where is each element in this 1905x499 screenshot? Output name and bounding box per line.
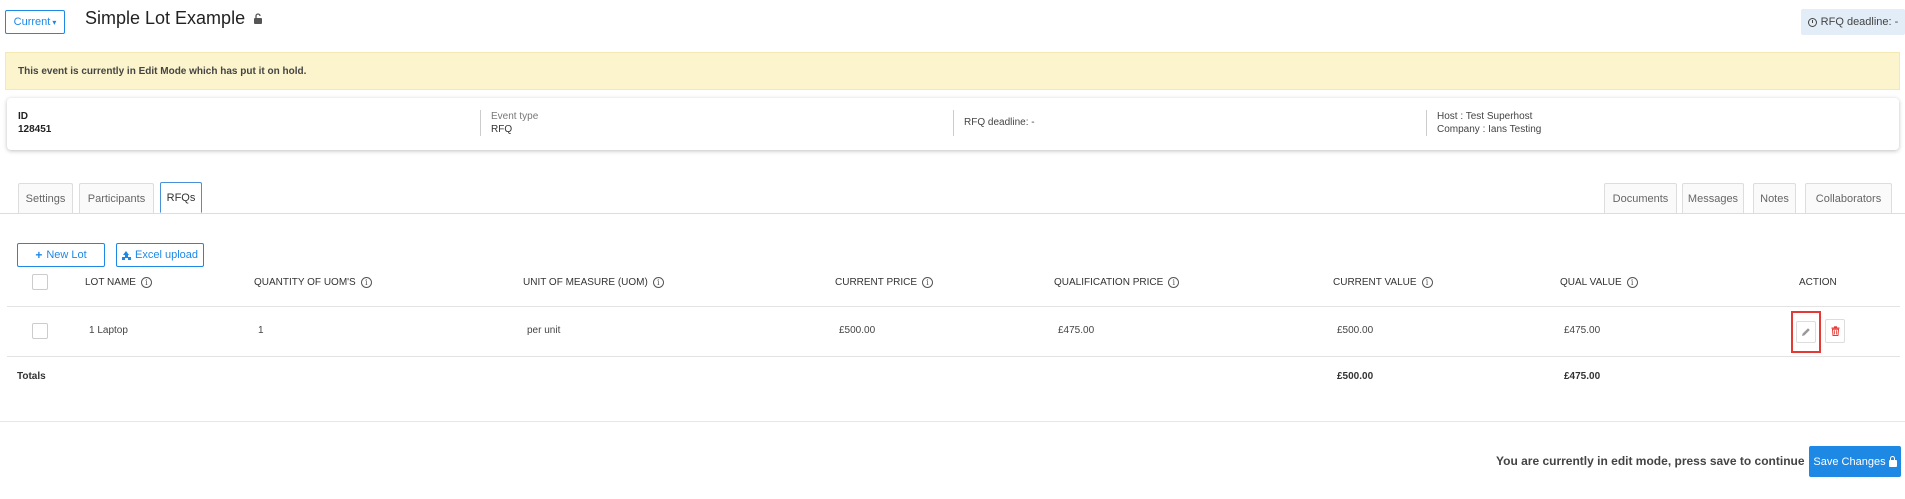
col-lot-name-label: LOT NAME: [85, 277, 136, 288]
event-type-cell: Event type RFQ: [480, 98, 953, 150]
excel-upload-button[interactable]: Excel upload: [116, 243, 204, 267]
col-qual-value-label: QUAL VALUE: [1560, 277, 1622, 288]
rfq-deadline-badge: RFQ deadline: -: [1801, 9, 1905, 35]
event-id-value: 128451: [18, 124, 52, 135]
page-title-text: Simple Lot Example: [85, 8, 246, 28]
footer-divider: [0, 421, 1905, 422]
lock-icon: [1888, 455, 1897, 467]
new-lot-label: New Lot: [46, 249, 87, 261]
cell-qual-value: £475.00: [1564, 325, 1601, 336]
plus-icon: +: [35, 248, 43, 262]
info-icon[interactable]: i: [652, 277, 664, 288]
pencil-icon: [1802, 328, 1810, 336]
col-uom: UNIT OF MEASURE (UOM) i: [523, 277, 664, 288]
edit-button-inner: [1796, 321, 1816, 343]
totals-label: Totals: [17, 371, 46, 382]
col-current-price-label: CURRENT PRICE: [835, 277, 918, 288]
totals-current-value: £500.00: [1337, 371, 1374, 382]
info-icon[interactable]: i: [1421, 277, 1433, 288]
tab-messages[interactable]: Messages: [1682, 183, 1744, 213]
select-all-checkbox[interactable]: [32, 274, 48, 290]
edit-mode-message: You are currently in edit mode, press sa…: [1496, 454, 1805, 468]
tab-participants[interactable]: Participants: [79, 183, 154, 213]
info-icon[interactable]: i: [1168, 277, 1180, 288]
caret-down-icon: ▾: [52, 17, 57, 27]
company-text: Company : Ians Testing: [1437, 124, 1542, 135]
info-icon[interactable]: i: [922, 277, 934, 288]
unlocked-icon: [254, 13, 263, 24]
delete-lot-button[interactable]: [1825, 319, 1845, 343]
save-changes-button[interactable]: Save Changes: [1809, 446, 1901, 477]
edit-mode-alert-text: This event is currently in Edit Mode whi…: [18, 65, 307, 77]
col-quantity: QUANTITY OF UOM'S i: [254, 277, 372, 288]
trash-icon: [1831, 326, 1839, 336]
tab-rfqs[interactable]: RFQs: [160, 182, 202, 213]
version-label: Current: [13, 16, 51, 28]
col-qualification-price-label: QUALIFICATION PRICE: [1054, 277, 1164, 288]
cell-quantity: 1: [258, 325, 264, 336]
rfq-deadline-text: RFQ deadline: -: [964, 117, 1035, 128]
info-icon[interactable]: i: [140, 277, 152, 288]
tab-notes[interactable]: Notes: [1753, 183, 1796, 213]
event-type-value: RFQ: [491, 124, 513, 135]
clock-icon: [1807, 17, 1817, 27]
rfq-deadline-badge-text: RFQ deadline: -: [1820, 16, 1899, 28]
tabs-divider: [0, 213, 1905, 214]
tab-collaborators[interactable]: Collaborators: [1805, 183, 1892, 213]
page-title: Simple Lot Example: [85, 8, 263, 29]
row-divider: [7, 356, 1900, 357]
new-lot-button[interactable]: + New Lot: [17, 243, 105, 267]
col-action-label: ACTION: [1799, 277, 1837, 288]
cell-lot-name: 1 Laptop: [89, 325, 128, 336]
col-current-value: CURRENT VALUE i: [1333, 277, 1433, 288]
rfq-deadline-cell: RFQ deadline: -: [953, 98, 1426, 150]
col-uom-label: UNIT OF MEASURE (UOM): [523, 277, 648, 288]
version-dropdown[interactable]: Current ▾: [5, 10, 65, 34]
cell-current-price: £500.00: [839, 325, 876, 336]
col-current-price: CURRENT PRICE i: [835, 277, 934, 288]
upload-icon: [122, 250, 131, 260]
info-icon[interactable]: i: [1626, 277, 1638, 288]
tab-documents[interactable]: Documents: [1604, 183, 1677, 213]
host-text: Host : Test Superhost: [1437, 111, 1533, 122]
info-icon[interactable]: i: [360, 277, 372, 288]
cell-qualification-price: £475.00: [1058, 325, 1095, 336]
excel-upload-label: Excel upload: [135, 249, 198, 261]
col-lot-name: LOT NAME i: [85, 277, 152, 288]
col-action: ACTION: [1799, 277, 1837, 288]
edit-lot-button[interactable]: [1791, 311, 1821, 353]
totals-qual-value: £475.00: [1564, 371, 1601, 382]
host-cell: Host : Test Superhost Company : Ians Tes…: [1426, 98, 1899, 150]
tab-settings[interactable]: Settings: [18, 183, 73, 213]
event-type-label: Event type: [491, 111, 539, 122]
event-id-label: ID: [18, 111, 28, 122]
event-info-card: ID 128451 Event type RFQ RFQ deadline: -…: [7, 98, 1899, 150]
cell-uom: per unit: [527, 325, 561, 336]
event-id-cell: ID 128451: [7, 98, 480, 150]
col-qualification-price: QUALIFICATION PRICE i: [1054, 277, 1180, 288]
row-checkbox[interactable]: [32, 323, 48, 339]
col-current-value-label: CURRENT VALUE: [1333, 277, 1417, 288]
row-divider: [7, 306, 1900, 307]
edit-mode-alert: This event is currently in Edit Mode whi…: [5, 52, 1900, 90]
save-changes-label: Save Changes: [1813, 455, 1886, 468]
col-quantity-label: QUANTITY OF UOM'S: [254, 277, 356, 288]
cell-current-value: £500.00: [1337, 325, 1374, 336]
col-qual-value: QUAL VALUE i: [1560, 277, 1638, 288]
